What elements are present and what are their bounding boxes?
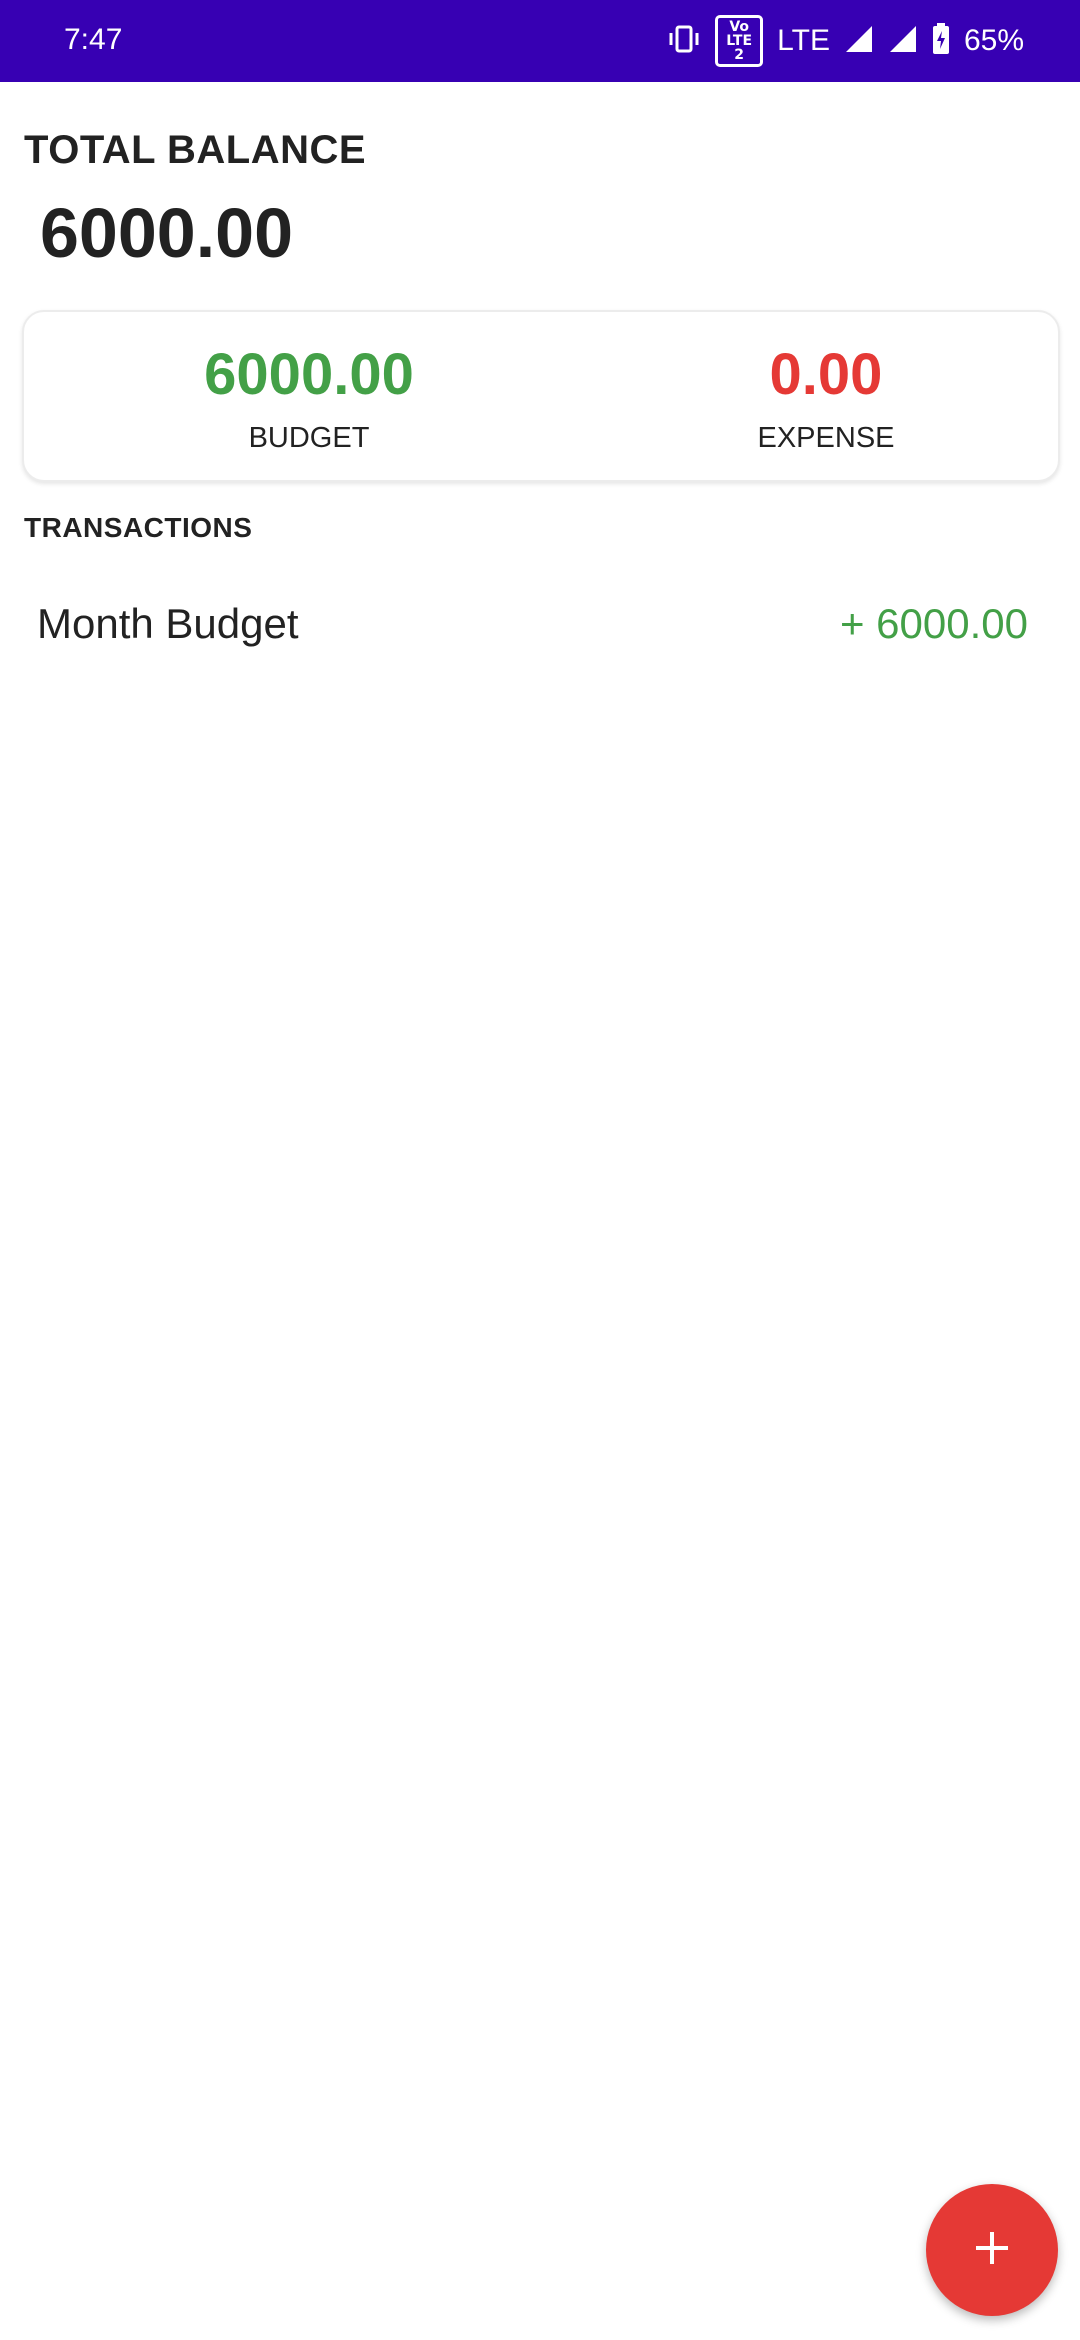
budget-value: 6000.00 — [204, 342, 414, 407]
status-bar: 7:47 Vo LTE 2 LTE 65% — [0, 0, 1080, 82]
battery-icon — [932, 22, 950, 60]
vibrate-icon — [667, 23, 701, 60]
transactions-title: TRANSACTIONS — [24, 512, 253, 543]
signal-icon-2 — [888, 24, 918, 59]
transaction-name: Month Budget — [37, 600, 299, 647]
screen: 7:47 Vo LTE 2 LTE 65% TOTAL BALANCE 6000… — [0, 0, 1080, 2340]
total-balance-amount: 6000.00 — [40, 194, 294, 272]
battery-percent: 65% — [963, 24, 1024, 57]
budget-label: BUDGET — [248, 422, 370, 454]
volte-icon: Vo LTE 2 — [715, 15, 764, 67]
expense-label: EXPENSE — [757, 422, 895, 454]
total-balance-label: TOTAL BALANCE — [24, 128, 367, 172]
add-transaction-button[interactable] — [926, 2184, 1058, 2316]
network-type: LTE — [777, 24, 830, 57]
plus-icon — [972, 2228, 1012, 2273]
status-icons: Vo LTE 2 LTE 65% — [667, 15, 1024, 67]
transaction-row[interactable]: Month Budget + 6000.00 — [0, 580, 1080, 670]
status-time: 7:47 — [64, 23, 123, 56]
budget-summary: 6000.00 BUDGET — [24, 312, 594, 480]
expense-value: 0.00 — [769, 342, 883, 407]
summary-card: 6000.00 BUDGET 0.00 EXPENSE — [22, 310, 1060, 482]
transaction-amount: + 6000.00 — [839, 600, 1028, 647]
signal-icon — [844, 24, 874, 59]
expense-summary: 0.00 EXPENSE — [594, 312, 1058, 480]
